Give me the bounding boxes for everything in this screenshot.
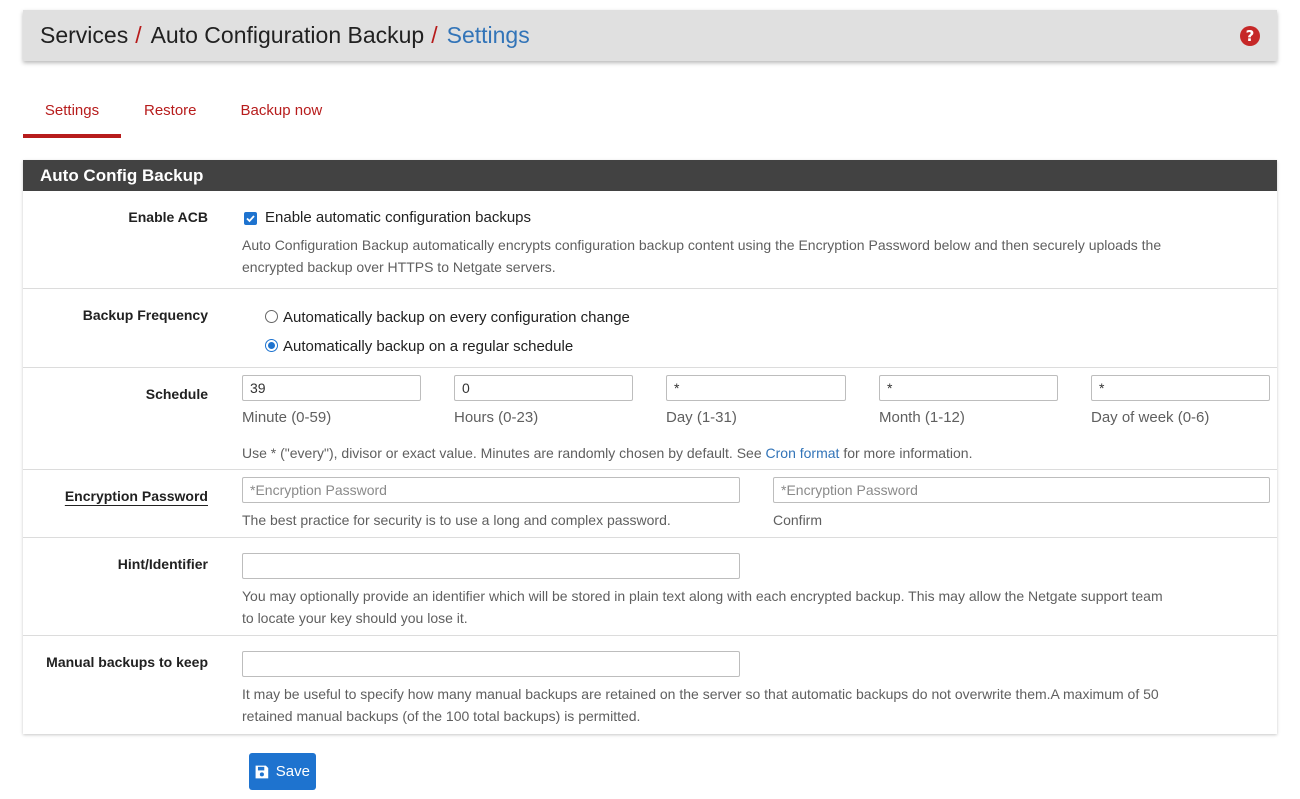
radio-every-change[interactable] [265, 310, 278, 323]
encryption-password-help: The best practice for security is to use… [242, 512, 671, 528]
tab-backup-now[interactable]: Backup now [218, 88, 344, 138]
hint-identifier-input[interactable] [242, 553, 740, 579]
page-header: Services / Auto Configuration Backup / S… [23, 10, 1277, 61]
hint-help-line2: to locate your key should you lose it. [242, 610, 468, 626]
save-button[interactable]: Save [249, 753, 316, 790]
encryption-password-confirm-label: Confirm [773, 512, 823, 528]
row-enable-acb: Enable ACB Enable automatic configuratio… [23, 191, 1277, 289]
enable-acb-checkbox-text[interactable]: Enable automatic configuration backups [265, 209, 531, 226]
breadcrumb-item-acb[interactable]: Auto Configuration Backup [151, 22, 425, 49]
encryption-password-input[interactable] [242, 477, 740, 503]
breadcrumb-separator: / [135, 22, 142, 48]
radio-regular-schedule[interactable] [265, 339, 278, 352]
row-hint-identifier: Hint/Identifier You may optionally provi… [23, 538, 1277, 636]
schedule-help-prefix: Use * ("every"), divisor or exact value.… [242, 445, 766, 461]
panel-title: Auto Config Backup [23, 160, 1277, 191]
backup-frequency-label: Backup Frequency [82, 307, 208, 323]
cron-format-link[interactable]: Cron format [766, 445, 840, 461]
schedule-hours-input[interactable] [454, 375, 633, 401]
schedule-weekday-label: Day of week (0-6) [1091, 409, 1210, 426]
schedule-minute-input[interactable] [242, 375, 421, 401]
schedule-help: Use * ("every"), divisor or exact value.… [242, 442, 973, 464]
schedule-day-label: Day (1-31) [666, 409, 737, 426]
manual-backups-help: It may be useful to specify how many man… [242, 683, 1159, 727]
manual-backups-help-line2: retained manual backups (of the 100 tota… [242, 708, 641, 724]
tab-settings[interactable]: Settings [23, 88, 121, 138]
radio-every-change-label[interactable]: Automatically backup on every configurat… [283, 309, 630, 326]
enable-acb-checkbox[interactable] [244, 212, 257, 225]
tab-bar: Settings Restore Backup now [23, 88, 343, 138]
save-button-label: Save [275, 763, 310, 780]
enable-acb-label: Enable ACB [128, 209, 208, 225]
manual-backups-help-line1: It may be useful to specify how many man… [242, 686, 1159, 702]
schedule-hours-label: Hours (0-23) [454, 409, 539, 426]
row-schedule: Schedule Minute (0-59) Hours (0-23) Day … [23, 368, 1277, 470]
enable-acb-help-line1: Auto Configuration Backup automatically … [242, 237, 1162, 253]
hint-identifier-help: You may optionally provide an identifier… [242, 585, 1163, 629]
manual-backups-label: Manual backups to keep [46, 654, 208, 670]
floppy-disk-icon [255, 765, 269, 778]
enable-acb-help: Auto Configuration Backup automatically … [242, 234, 1161, 278]
radio-regular-schedule-label[interactable]: Automatically backup on a regular schedu… [283, 338, 573, 355]
manual-backups-input[interactable] [242, 651, 740, 677]
breadcrumb-item-settings[interactable]: Settings [447, 22, 530, 49]
encryption-password-confirm-input[interactable] [773, 477, 1270, 503]
schedule-month-input[interactable] [879, 375, 1058, 401]
row-manual-backups: Manual backups to keep It may be useful … [23, 636, 1277, 733]
schedule-weekday-input[interactable] [1091, 375, 1270, 401]
breadcrumb-separator: / [431, 22, 438, 48]
check-icon [246, 215, 255, 223]
breadcrumb-item-services[interactable]: Services [40, 22, 128, 49]
acb-settings-panel: Auto Config Backup Enable ACB Enable aut… [23, 160, 1277, 734]
hint-help-line1: You may optionally provide an identifier… [242, 588, 1163, 604]
schedule-help-suffix: for more information. [839, 445, 973, 461]
question-circle-icon[interactable]: ? [1240, 26, 1260, 46]
schedule-label: Schedule [145, 386, 208, 402]
schedule-minute-label: Minute (0-59) [242, 409, 332, 426]
schedule-day-input[interactable] [666, 375, 846, 401]
tab-restore[interactable]: Restore [121, 88, 218, 138]
row-backup-frequency: Backup Frequency Automatically backup on… [23, 289, 1277, 368]
schedule-month-label: Month (1-12) [879, 409, 965, 426]
row-encryption-password: Encryption Password The best practice fo… [23, 470, 1277, 538]
encryption-password-label: Encryption Password [64, 488, 208, 504]
enable-acb-help-line2: encrypted backup over HTTPS to Netgate s… [242, 259, 556, 275]
hint-identifier-label: Hint/Identifier [117, 556, 208, 572]
